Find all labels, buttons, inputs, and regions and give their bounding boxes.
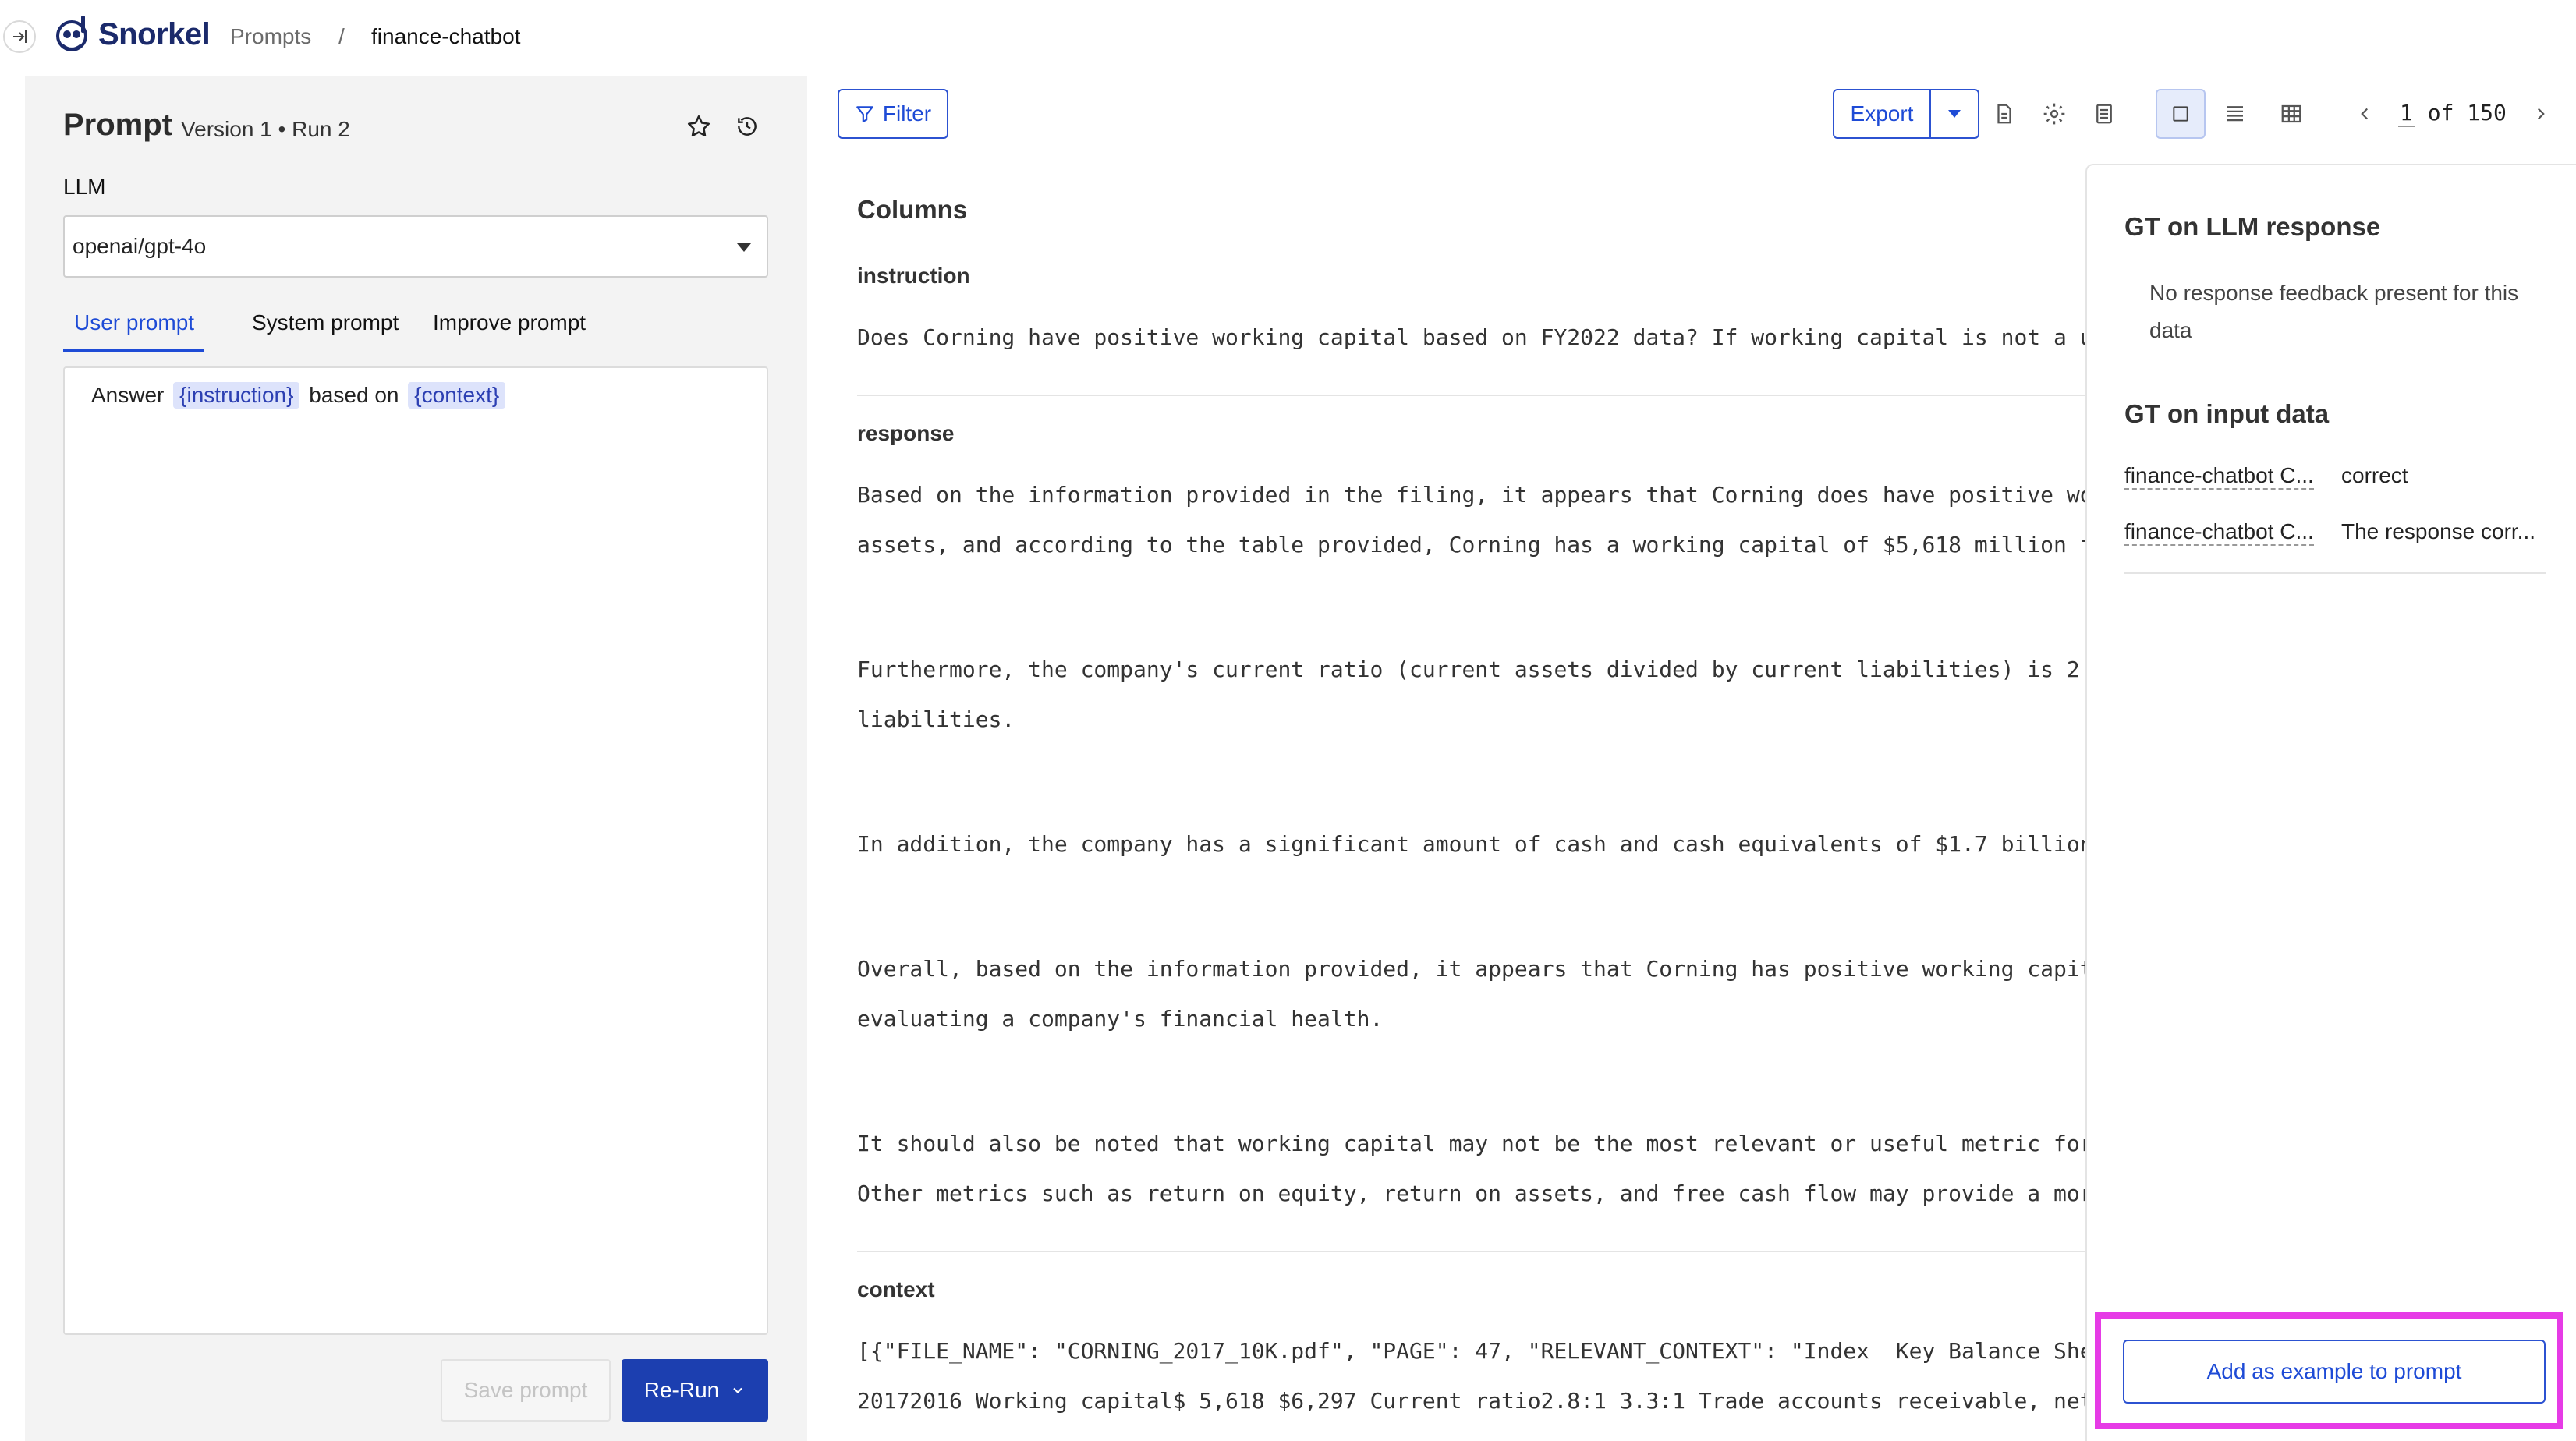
gt-input-data-heading: GT on input data	[2124, 399, 2330, 428]
history-button[interactable]	[730, 109, 764, 143]
field-label-response: response	[857, 421, 955, 445]
response-line: evaluating a company's financial health.	[857, 1006, 1384, 1032]
response-line: In addition, the company has a significa…	[857, 831, 2085, 857]
response-line: Other metrics such as return on equity, …	[857, 1181, 2085, 1206]
prompt-panel: Prompt Version 1 • Run 2 LLM openai/gpt-…	[25, 76, 807, 1441]
prompt-word-based-on: based on	[309, 383, 399, 407]
single-view-toggle[interactable]	[2156, 89, 2206, 139]
chevron-down-icon	[733, 1387, 742, 1393]
app-logo[interactable]: Snorkel	[53, 14, 211, 55]
star-icon	[687, 115, 710, 137]
table-view-toggle[interactable]	[2273, 95, 2310, 133]
context-line: [{"FILE_NAME": "CORNING_2017_10K.pdf", "…	[857, 1338, 2085, 1364]
divider	[857, 1251, 2085, 1252]
breadcrumb-separator: /	[338, 24, 345, 48]
settings-button[interactable]	[2036, 95, 2073, 133]
response-line: liabilities.	[857, 706, 1015, 732]
llm-select-value: openai/gpt-4o	[73, 234, 207, 258]
chevron-right-icon	[2537, 108, 2545, 120]
prompt-title: Prompt	[63, 108, 172, 142]
breadcrumb-prompts-link[interactable]: Prompts	[230, 24, 311, 49]
response-line: assets, and according to the table provi…	[857, 532, 2085, 558]
variable-chip-instruction: {instruction}	[173, 382, 300, 409]
gt-row: finance-chatbot C... correct	[2124, 463, 2561, 494]
tab-user-prompt[interactable]: User prompt	[74, 310, 194, 335]
export-split-button: Export	[1833, 89, 1979, 139]
table-view-icon	[2281, 104, 2301, 123]
prompt-word-answer: Answer	[91, 383, 165, 407]
breadcrumb-current: finance-chatbot	[371, 24, 521, 48]
document-icon	[1997, 104, 2011, 124]
gt-row: finance-chatbot C... The response corr..…	[2124, 519, 2561, 551]
previous-page-button[interactable]	[2346, 95, 2383, 133]
caret-down-icon	[1948, 110, 1961, 118]
filter-icon	[856, 106, 873, 122]
ground-truth-panel: GT on LLM response No response feedback …	[2085, 164, 2576, 1441]
lines-view-icon	[2227, 106, 2243, 122]
columns-heading: Columns	[857, 195, 968, 224]
rerun-button[interactable]: Re-Run	[622, 1359, 768, 1422]
context-line: 20172016 Working capital$ 5,618 $6,297 C…	[857, 1388, 2085, 1414]
divider	[2124, 572, 2546, 574]
caret-down-icon	[737, 243, 751, 252]
gt-row-key[interactable]: finance-chatbot C...	[2124, 463, 2314, 490]
active-tab-indicator	[63, 349, 204, 352]
gt-row-value: The response corr...	[2341, 519, 2536, 543]
filter-label: Filter	[882, 101, 932, 126]
prompt-version: Version 1 • Run 2	[181, 117, 350, 141]
list-icon	[2096, 104, 2112, 124]
gt-llm-response-empty-note: No response feedback present for this da…	[2149, 281, 2519, 342]
divider	[857, 395, 2085, 396]
response-line: Overall, based on the information provid…	[857, 956, 2085, 982]
gt-row-value: correct	[2341, 463, 2408, 487]
prompt-text: Answer {instruction} based on {context}	[91, 382, 508, 409]
document-button[interactable]	[1986, 95, 2023, 133]
field-label-context: context	[857, 1277, 935, 1301]
tab-improve-prompt[interactable]: Improve prompt	[433, 310, 586, 335]
collapse-sidebar-icon	[13, 30, 27, 43]
top-bar: Snorkel Prompts / finance-chatbot	[0, 0, 2576, 76]
filter-button[interactable]: Filter	[838, 89, 948, 139]
field-label-instruction: instruction	[857, 264, 970, 288]
settings-icon	[2043, 103, 2065, 125]
llm-label: LLM	[63, 175, 106, 199]
snorkel-logo-icon	[56, 16, 87, 51]
response-line: Furthermore, the company's current ratio…	[857, 657, 2085, 682]
next-page-button[interactable]	[2522, 95, 2560, 133]
history-icon	[738, 117, 757, 136]
chevron-left-icon	[2361, 108, 2369, 120]
export-button[interactable]: Export	[1834, 90, 1931, 137]
export-dropdown-button[interactable]	[1931, 90, 1978, 137]
add-as-example-button[interactable]: Add as example to prompt	[2123, 1340, 2546, 1404]
collapse-sidebar-button[interactable]	[3, 20, 36, 53]
instruction-text: Does Corning have positive working capit…	[857, 324, 2085, 350]
save-prompt-button[interactable]: Save prompt	[441, 1359, 611, 1422]
single-view-icon	[2173, 106, 2188, 122]
rerun-label: Re-Run	[643, 1378, 720, 1402]
brand-name: Snorkel	[98, 16, 211, 51]
gt-llm-response-heading: GT on LLM response	[2124, 212, 2381, 241]
pager: 1 of 150	[2398, 100, 2507, 127]
prompt-editor[interactable]: Answer {instruction} based on {context}	[63, 366, 768, 1335]
response-line: It should also be noted that working cap…	[857, 1131, 2085, 1156]
record-viewer: Columns instruction Does Corning have po…	[842, 164, 2085, 1441]
pager-current-input[interactable]: 1	[2398, 100, 2415, 127]
lines-view-toggle[interactable]	[2216, 95, 2254, 133]
list-button[interactable]	[2085, 95, 2123, 133]
tab-system-prompt[interactable]: System prompt	[252, 310, 399, 335]
gt-row-key[interactable]: finance-chatbot C...	[2124, 519, 2314, 546]
response-line: Based on the information provided in the…	[857, 482, 2085, 508]
pager-total: of 150	[2427, 100, 2507, 126]
llm-select[interactable]: openai/gpt-4o	[63, 215, 768, 278]
favorite-button[interactable]	[682, 109, 716, 143]
variable-chip-context: {context}	[408, 382, 506, 409]
